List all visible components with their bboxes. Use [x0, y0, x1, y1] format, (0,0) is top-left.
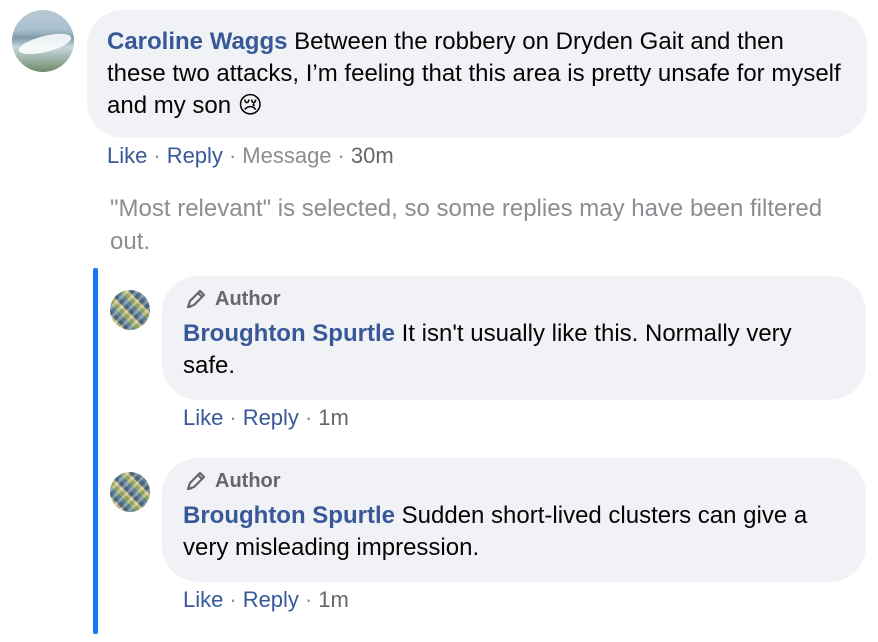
author-badge: Author	[183, 286, 844, 312]
author-badge-label: Author	[215, 288, 281, 310]
reply-author-name[interactable]: Broughton Spurtle	[183, 502, 395, 529]
pencil-icon	[186, 471, 206, 491]
comment-actions: Like · Reply · Message · 30m	[107, 142, 394, 170]
comment-timestamp[interactable]: 30m	[351, 143, 394, 168]
action-separator: ·	[337, 143, 345, 168]
reply-button[interactable]: Reply	[243, 587, 299, 612]
action-separator: ·	[304, 587, 313, 612]
reply-bubble: Author Broughton Spurtle It isn't usuall…	[162, 276, 866, 400]
like-button[interactable]: Like	[107, 143, 147, 168]
like-button[interactable]: Like	[183, 587, 223, 612]
reply-avatar[interactable]	[110, 290, 150, 330]
reply-avatar[interactable]	[110, 472, 150, 512]
reply-actions: Like · Reply · 1m	[183, 586, 349, 614]
like-button[interactable]: Like	[183, 405, 223, 430]
reply-timestamp[interactable]: 1m	[318, 587, 349, 612]
author-badge: Author	[183, 468, 844, 494]
avatar-wave-decoration	[16, 29, 74, 59]
reply-actions: Like · Reply · 1m	[183, 404, 349, 432]
commenter-avatar[interactable]	[12, 10, 74, 72]
comment-bubble: Caroline Waggs Between the robbery on Dr…	[87, 10, 867, 138]
action-separator: ·	[229, 587, 237, 612]
action-separator: ·	[153, 143, 161, 168]
action-separator: ·	[228, 143, 237, 168]
reply-content: Broughton Spurtle It isn't usually like …	[183, 318, 844, 382]
message-button[interactable]: Message	[242, 143, 331, 168]
commenter-name[interactable]: Caroline Waggs	[107, 28, 287, 55]
action-separator: ·	[304, 405, 313, 430]
pencil-icon	[186, 289, 206, 309]
reply-content: Broughton Spurtle Sudden short-lived clu…	[183, 500, 844, 564]
filter-notice: "Most relevant" is selected, so some rep…	[110, 195, 823, 255]
reply-button[interactable]: Reply	[243, 405, 299, 430]
reply-button[interactable]: Reply	[167, 143, 223, 168]
reply-thread-line	[93, 268, 98, 634]
crying-face-emoji: 😢	[237, 92, 263, 119]
reply-bubble: Author Broughton Spurtle Sudden short-li…	[162, 458, 866, 582]
author-badge-label: Author	[215, 470, 281, 492]
action-separator: ·	[229, 405, 237, 430]
reply-timestamp[interactable]: 1m	[318, 405, 349, 430]
reply-author-name[interactable]: Broughton Spurtle	[183, 320, 395, 347]
